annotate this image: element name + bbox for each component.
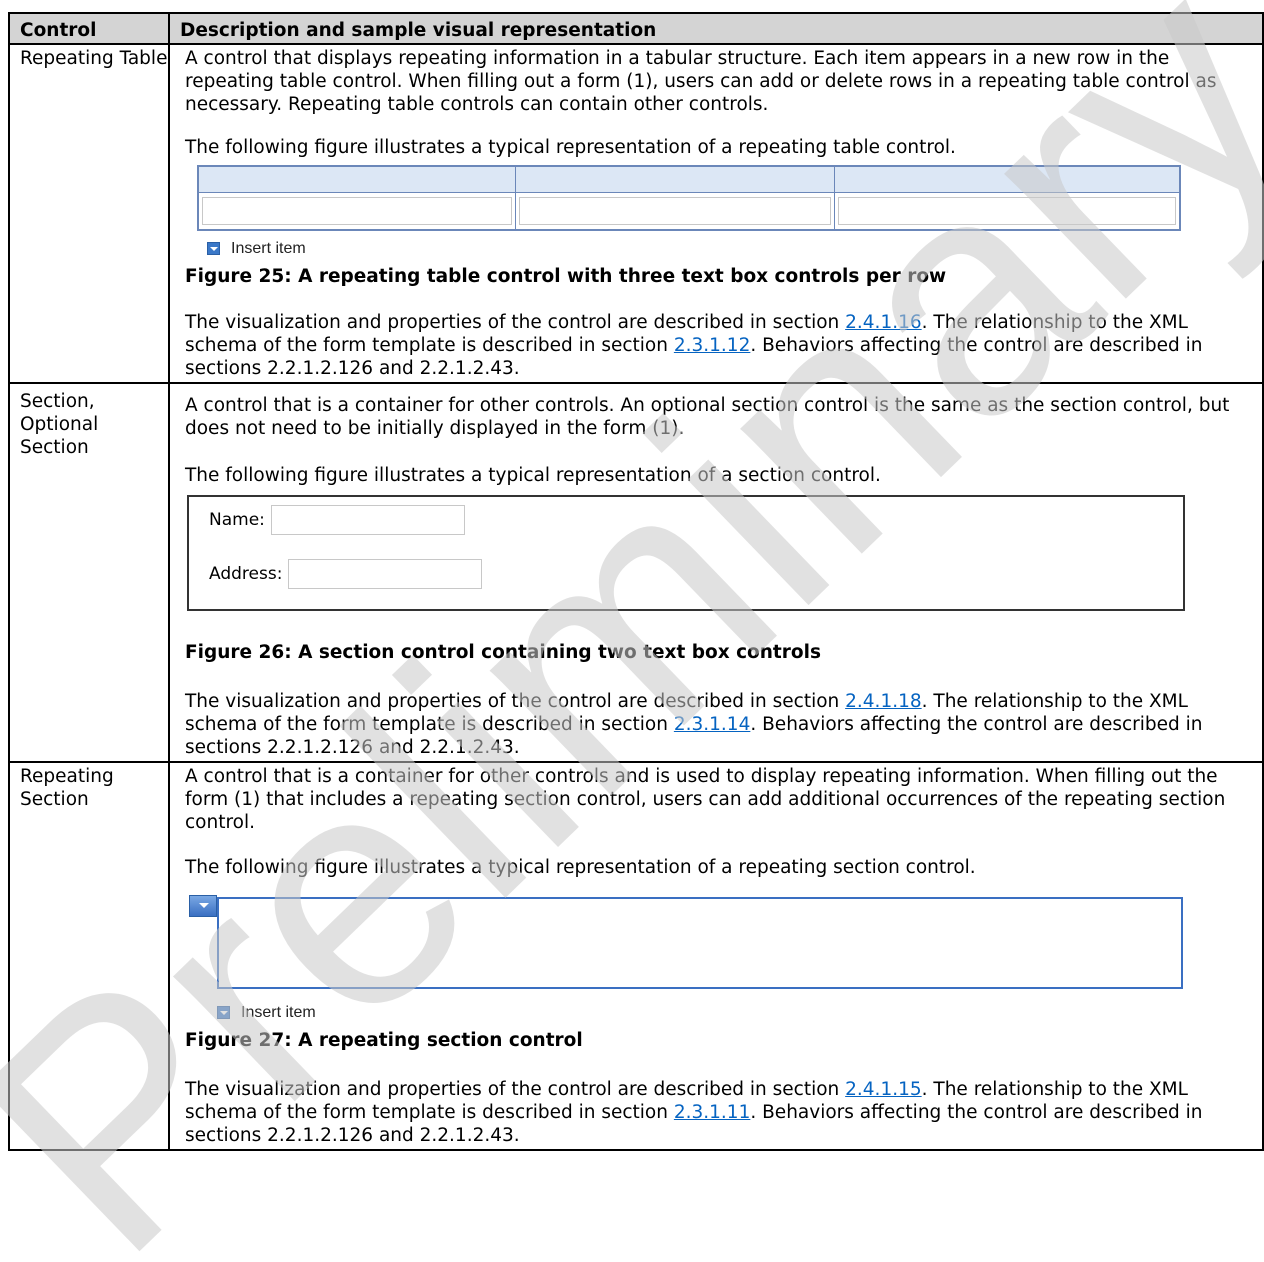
table-header-row: Control Description and sample visual re… [8, 12, 1264, 45]
insert-item-link[interactable]: Insert item [207, 237, 1181, 259]
repeating-section-figure [189, 895, 1248, 991]
table-row: Repeating Section A control that is a co… [8, 761, 1264, 1151]
table-cell [835, 193, 1179, 229]
control-description-cell: A control that displays repeating inform… [168, 43, 1264, 384]
repeating-table-grid [197, 165, 1181, 231]
column-header-control: Control [8, 12, 170, 45]
header-cell [835, 167, 1179, 193]
insert-item-label: Insert item [241, 1003, 316, 1021]
column-header-description: Description and sample visual representa… [168, 12, 1264, 45]
figure-caption: Figure 26: A section control containing … [185, 642, 821, 663]
name-label: Name: [209, 509, 265, 530]
description-text: A control that is a container for other … [185, 766, 1226, 833]
repeating-table-figure: Insert item [197, 165, 1181, 259]
description-text: A control that displays repeating inform… [185, 48, 1217, 115]
section-link[interactable]: 2.3.1.11 [674, 1102, 751, 1123]
figure-intro: The following figure illustrates a typic… [185, 857, 976, 878]
insert-item-link[interactable]: Insert item [217, 1001, 1248, 1023]
figure-intro: The following figure illustrates a typic… [185, 137, 956, 158]
control-name: Section, Optional Section [8, 382, 170, 763]
address-label: Address: [209, 563, 283, 584]
insert-item-icon [207, 241, 220, 255]
text-box[interactable] [838, 197, 1176, 225]
figure-caption: Figure 25: A repeating table control wit… [185, 266, 947, 287]
description-text: A control that is a container for other … [185, 395, 1230, 439]
section-link[interactable]: 2.3.1.14 [674, 714, 751, 735]
text-box[interactable] [202, 197, 512, 225]
reference-text: The visualization and properties of the … [185, 691, 1203, 758]
section-link[interactable]: 2.4.1.18 [845, 691, 922, 712]
insert-item-label: Insert item [231, 239, 306, 257]
header-cell [199, 167, 516, 193]
figure-caption: Figure 27: A repeating section control [185, 1030, 583, 1051]
repeating-section-box [217, 897, 1183, 989]
table-cell [516, 193, 835, 229]
address-field-row: Address: [209, 559, 483, 589]
table-cell [199, 193, 516, 229]
section-link[interactable]: 2.4.1.15 [845, 1079, 922, 1100]
name-field-row: Name: [209, 505, 465, 535]
figure-intro: The following figure illustrates a typic… [185, 465, 881, 486]
header-cell [516, 167, 835, 193]
control-description-cell: A control that is a container for other … [168, 761, 1264, 1151]
control-description-cell: A control that is a container for other … [168, 382, 1264, 763]
table-row: Section, Optional Section A control that… [8, 382, 1264, 763]
section-link[interactable]: 2.3.1.12 [674, 335, 751, 356]
controls-table: Control Description and sample visual re… [8, 12, 1264, 1151]
table-row: Repeating Table A control that displays … [8, 43, 1264, 384]
reference-text: The visualization and properties of the … [185, 1079, 1203, 1146]
name-text-box[interactable] [270, 505, 465, 535]
text-box[interactable] [519, 197, 831, 225]
insert-item-icon [217, 1005, 230, 1019]
address-text-box[interactable] [288, 559, 483, 589]
section-link[interactable]: 2.4.1.16 [845, 312, 922, 333]
control-name: Repeating Section [8, 761, 170, 1151]
section-menu-icon[interactable] [189, 895, 217, 917]
control-name: Repeating Table [8, 43, 170, 384]
section-control-figure: Name: Address: [187, 495, 1185, 611]
repeating-table-data-row [199, 193, 1179, 229]
reference-text: The visualization and properties of the … [185, 312, 1203, 379]
repeating-table-header-row [199, 167, 1179, 193]
